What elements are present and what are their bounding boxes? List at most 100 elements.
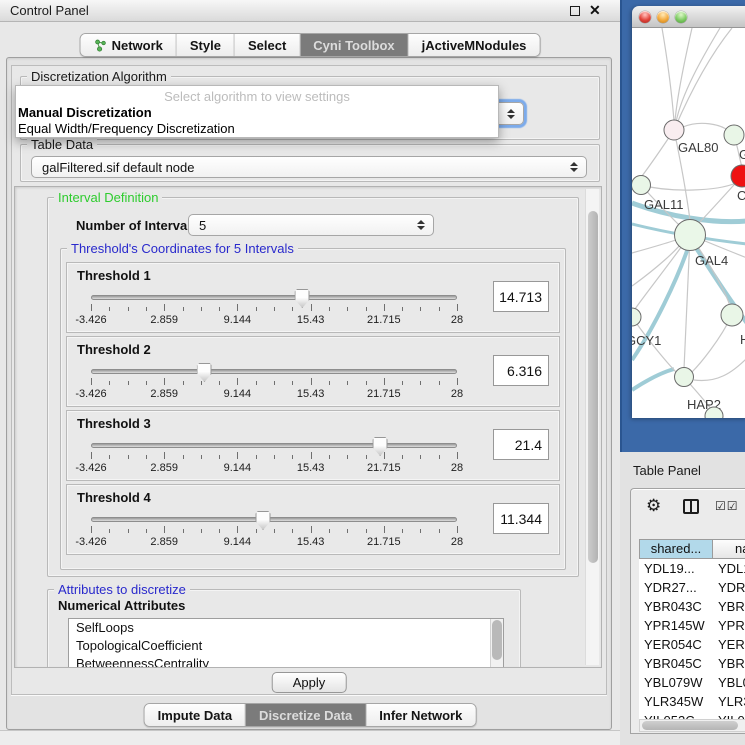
network-window-titlebar[interactable] [632, 6, 745, 28]
tick-mark [439, 529, 440, 533]
network-canvas[interactable]: GAL80GACGAL11GAL4GCY1HHAP2 [632, 28, 745, 418]
network-edge[interactable] [675, 28, 692, 121]
network-edge[interactable] [674, 28, 732, 130]
attribute-list-item[interactable]: SelfLoops [69, 619, 503, 637]
network-node-hap2[interactable] [675, 368, 694, 387]
slider-track[interactable] [91, 295, 457, 300]
scrollbar-thumb[interactable] [642, 721, 738, 730]
cell-name[interactable]: YBR0 [713, 654, 745, 673]
table-data-combobox[interactable]: galFiltered.sif default node [31, 156, 587, 178]
slider-track[interactable] [91, 369, 457, 374]
network-edge[interactable] [662, 28, 674, 121]
scrollbar-thumb[interactable] [492, 620, 502, 660]
number-of-intervals-combobox[interactable]: 5 [188, 214, 434, 236]
tab-discretize-data[interactable]: Discretize Data [246, 704, 366, 726]
cell-name[interactable]: YBR0 [713, 597, 745, 616]
table-row[interactable]: YLR345WYLR3 [639, 692, 745, 711]
numerical-attributes-list[interactable]: SelfLoopsTopologicalCoefficientBetweenne… [68, 618, 504, 668]
cell-shared-name[interactable]: YDR27... [639, 578, 713, 597]
attribute-list-item[interactable]: BetweennessCentrality [69, 655, 503, 668]
minimize-traffic-light-icon[interactable] [657, 11, 669, 23]
table-horizontal-scrollbar[interactable] [639, 719, 745, 732]
tab-impute-data[interactable]: Impute Data [145, 704, 246, 726]
network-node-gcy1[interactable] [632, 308, 641, 326]
column-header-shared-name[interactable]: shared... [639, 539, 713, 559]
network-edge-thick[interactable] [632, 369, 674, 390]
network-node-gal4[interactable] [675, 220, 706, 251]
tick-mark [311, 378, 312, 385]
cell-name[interactable]: YPR1 [713, 616, 745, 635]
cell-shared-name[interactable]: YER054C [639, 635, 713, 654]
threshold-value-field[interactable]: 21.4 [493, 429, 549, 460]
list-scrollbar[interactable] [490, 619, 503, 667]
dropdown-option-manual[interactable]: Manual Discretization [16, 105, 498, 121]
tab-cyni-toolbox[interactable]: Cyni Toolbox [300, 34, 408, 56]
slider-track[interactable] [91, 443, 457, 448]
cell-name[interactable]: YDL1 [713, 559, 745, 578]
float-window-icon[interactable] [570, 6, 580, 16]
table-row[interactable]: YPR145WYPR1 [639, 616, 745, 635]
network-graph[interactable]: GAL80GACGAL11GAL4GCY1HHAP2 [632, 28, 745, 418]
network-edge[interactable] [641, 183, 736, 190]
numerical-attributes-label: Numerical Attributes [58, 598, 185, 613]
threshold-slider[interactable]: -3.4262.8599.14415.4321.71528 [91, 509, 457, 553]
dropdown-option-equal-width[interactable]: Equal Width/Frequency Discretization [16, 121, 498, 137]
cell-shared-name[interactable]: YBR045C [639, 654, 713, 673]
tab-network[interactable]: Network [81, 34, 177, 56]
cell-shared-name[interactable]: YLR345W [639, 692, 713, 711]
table-row[interactable]: YBL079WYBL0 [639, 673, 745, 692]
combo-value: galFiltered.sif default node [42, 160, 194, 175]
gear-icon[interactable]: ⚙ [646, 496, 661, 516]
tab-infer-network[interactable]: Infer Network [366, 704, 475, 726]
tab-style[interactable]: Style [177, 34, 235, 56]
cell-name[interactable]: YBL0 [713, 673, 745, 692]
split-columns-icon[interactable] [683, 499, 699, 514]
network-node-gal80[interactable] [664, 120, 684, 140]
cell-shared-name[interactable]: YPR145W [639, 616, 713, 635]
cell-name[interactable]: YLR3 [713, 692, 745, 711]
network-node-gal11[interactable] [632, 176, 651, 195]
cell-shared-name[interactable]: YBL079W [639, 673, 713, 692]
close-traffic-light-icon[interactable] [639, 11, 651, 23]
table-row[interactable]: YDR27...YDR2 [639, 578, 745, 597]
cell-name[interactable]: YER0 [713, 635, 745, 654]
close-icon[interactable]: ✕ [589, 2, 601, 19]
tick-mark [439, 307, 440, 311]
threshold-value-field[interactable]: 6.316 [493, 355, 549, 386]
table-row[interactable]: YER054CYER0 [639, 635, 745, 654]
network-edge[interactable] [683, 123, 729, 131]
scrollbar-thumb[interactable] [588, 211, 598, 563]
attribute-list-item[interactable]: TopologicalCoefficient [69, 637, 503, 655]
interval-definition-group: Interval Definition Number of Intervals … [47, 197, 579, 577]
tick-mark [457, 378, 458, 385]
tab-jactivemnodules[interactable]: jActiveMNodules [409, 34, 540, 56]
column-header-name[interactable]: name [713, 539, 745, 559]
slider-track[interactable] [91, 517, 457, 522]
apply-button[interactable]: Apply [272, 672, 347, 693]
dropdown-placeholder-option[interactable]: Select algorithm to view settings [16, 88, 498, 105]
scale-label: 2.859 [150, 314, 178, 326]
threshold-slider[interactable]: -3.4262.8599.14415.4321.71528 [91, 435, 457, 479]
table-row[interactable]: YDL19...YDL1 [639, 559, 745, 578]
network-node-ga[interactable] [724, 125, 744, 145]
threshold-slider[interactable]: -3.4262.8599.14415.4321.71528 [91, 361, 457, 405]
tick-mark [237, 452, 238, 459]
tick-mark [183, 381, 184, 385]
tick-mark [164, 452, 165, 459]
tick-mark [164, 304, 165, 311]
cell-shared-name[interactable]: YBR043C [639, 597, 713, 616]
threshold-value-field[interactable]: 14.713 [493, 281, 549, 312]
zoom-traffic-light-icon[interactable] [675, 11, 687, 23]
tab-select[interactable]: Select [235, 34, 300, 56]
checkboxes-icon[interactable]: ☑☑ [715, 499, 739, 513]
settings-vertical-scrollbar[interactable] [585, 189, 599, 665]
slider-ticks [91, 452, 457, 460]
tick-mark [201, 381, 202, 385]
threshold-slider[interactable]: -3.4262.8599.14415.4321.71528 [91, 287, 457, 331]
cell-shared-name[interactable]: YDL19... [639, 559, 713, 578]
table-row[interactable]: YBR045CYBR0 [639, 654, 745, 673]
table-row[interactable]: YBR043CYBR0 [639, 597, 745, 616]
threshold-value-field[interactable]: 11.344 [493, 503, 549, 534]
cell-name[interactable]: YDR2 [713, 578, 745, 597]
network-node-h[interactable] [721, 304, 743, 326]
